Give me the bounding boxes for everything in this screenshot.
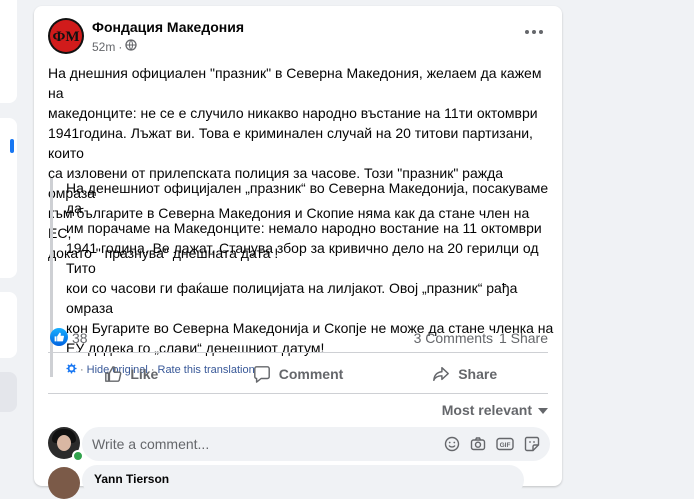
logo-lettering: ФМ bbox=[52, 29, 79, 45]
caret-down-icon bbox=[538, 402, 548, 418]
reaction-count[interactable]: 38 bbox=[72, 330, 88, 346]
page-logo: ФМ bbox=[50, 20, 82, 52]
more-dot-icon bbox=[532, 30, 536, 34]
like-reaction-icon[interactable] bbox=[50, 328, 68, 346]
share-arrow-icon bbox=[432, 365, 450, 383]
commenter-avatar[interactable] bbox=[48, 467, 80, 499]
left-sidebar-card bbox=[0, 292, 17, 358]
online-status-dot bbox=[72, 450, 84, 462]
like-button[interactable]: Like bbox=[48, 359, 215, 389]
sticker-icon[interactable] bbox=[524, 436, 540, 452]
commenter-name[interactable]: Yann Tierson bbox=[94, 472, 169, 486]
post-options-button[interactable] bbox=[520, 22, 548, 42]
page-avatar[interactable]: ФМ bbox=[48, 18, 84, 54]
comment-tools: GIF bbox=[444, 436, 540, 452]
shares-count-link[interactable]: 1 Share bbox=[499, 330, 548, 346]
comments-count-link[interactable]: 3 Comments bbox=[414, 330, 493, 346]
divider bbox=[48, 393, 548, 394]
left-sidebar-accent bbox=[10, 139, 14, 153]
left-sidebar-card bbox=[0, 372, 17, 412]
emoji-icon[interactable] bbox=[444, 436, 460, 452]
gif-icon[interactable]: GIF bbox=[496, 437, 514, 451]
comment-input[interactable]: Write a comment... GIF bbox=[82, 427, 550, 461]
more-dot-icon bbox=[539, 30, 543, 34]
divider bbox=[48, 352, 548, 353]
engagement-counts: 3 Comments 1 Share bbox=[414, 330, 548, 346]
comment-sort-dropdown[interactable]: Most relevant bbox=[442, 402, 548, 418]
comment-bubble: Yann Tierson bbox=[82, 465, 524, 495]
comment-button[interactable]: Comment bbox=[215, 359, 382, 389]
comment-bubble-icon bbox=[253, 365, 271, 383]
reactions-bar: 38 3 Comments 1 Share bbox=[48, 328, 548, 348]
left-sidebar-card bbox=[0, 0, 17, 103]
share-button[interactable]: Share bbox=[381, 359, 548, 389]
left-sidebar-card bbox=[0, 118, 17, 278]
globe-icon bbox=[125, 39, 137, 54]
share-label: Share bbox=[458, 366, 498, 382]
sort-label: Most relevant bbox=[441, 402, 532, 418]
thumbs-up-icon bbox=[104, 365, 122, 383]
feed-post: ФМ Фондация Македония 52m · На днешния о… bbox=[34, 6, 562, 499]
svg-text:ФМ: ФМ bbox=[52, 29, 79, 45]
meta-separator: · bbox=[118, 39, 123, 54]
post-action-bar: Like Comment Share bbox=[48, 359, 548, 389]
post-time[interactable]: 52m bbox=[92, 40, 115, 54]
like-label: Like bbox=[130, 366, 159, 382]
post-meta: 52m · bbox=[92, 39, 137, 54]
page-name-link[interactable]: Фондация Македония bbox=[92, 19, 244, 35]
comment-placeholder: Write a comment... bbox=[92, 436, 210, 452]
camera-icon[interactable] bbox=[470, 436, 486, 452]
comment-label: Comment bbox=[278, 366, 344, 382]
svg-text:GIF: GIF bbox=[500, 442, 511, 449]
more-dot-icon bbox=[525, 30, 529, 34]
